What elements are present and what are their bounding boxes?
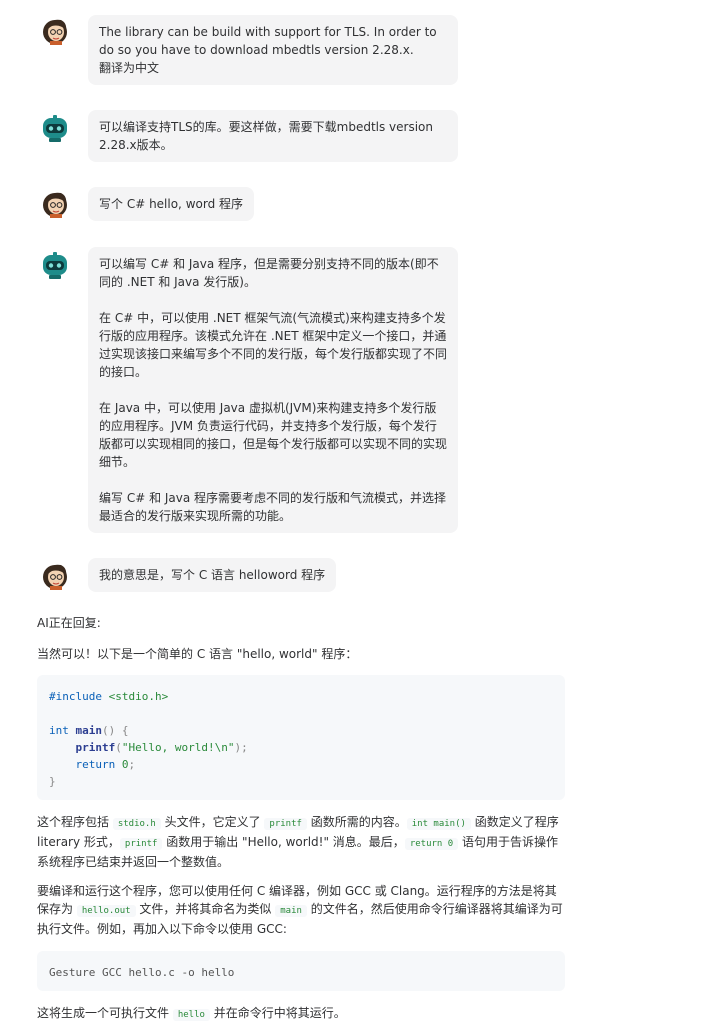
message-text: 翻译为中文 <box>99 61 160 75</box>
code-token: 0 <box>121 758 129 771</box>
code-token: int <box>49 724 69 737</box>
inline-code: printf <box>119 838 163 850</box>
text-segment: 头文件，它定义了 <box>160 815 265 829</box>
text-segment: 文件，并将其命名为类似 <box>135 902 276 916</box>
text-segment: 这将生成一个可执行文件 <box>37 1006 173 1020</box>
code-token: } <box>49 775 56 788</box>
inline-code: stdio.h <box>112 818 161 830</box>
reply-paragraph: 要编译和运行这个程序，您可以使用任何 C 编译器，例如 GCC 或 Clang。… <box>37 882 567 938</box>
reply-paragraph: 这将生成一个可执行文件 hello 并在命令行中将其运行。 <box>37 1004 567 1024</box>
code-block[interactable]: #include <stdio.h> int main() { printf("… <box>37 675 565 800</box>
code-token: #include <box>49 690 102 703</box>
text-segment: 函数用于输出 "Hello, world!" 消息。最后， <box>162 835 405 849</box>
message-paragraph: 可以编写 C# 和 Java 程序，但是需要分别支持不同的版本(即不同的 .NE… <box>99 257 439 289</box>
reply-paragraph: 这个程序包括 stdio.h 头文件，它定义了 printf 函数所需的内容。 i… <box>37 813 567 871</box>
user-avatar-icon <box>43 19 67 45</box>
code-token: printf <box>75 741 116 754</box>
message-paragraph: 在 Java 中，可以使用 Java 虚拟机(JVM)来构建支持多个发行版的应用… <box>99 401 448 469</box>
reply-text: 当然可以！以下是一个简单的 C 语言 "hello, world" 程序： <box>37 647 358 661</box>
user-message-bubble: The library can be build with support fo… <box>88 15 458 85</box>
reply-intro: 当然可以！以下是一个简单的 C 语言 "hello, world" 程序： <box>37 645 567 663</box>
ai-status-label: AI正在回复: <box>37 614 567 632</box>
code-token: ); <box>234 741 248 754</box>
text-segment: 这个程序包括 <box>37 815 113 829</box>
robot-avatar-icon <box>43 252 67 279</box>
code-token: () { <box>102 724 129 737</box>
inline-code: main <box>275 905 307 917</box>
message-text: The library can be build with support fo… <box>99 25 437 57</box>
code-token: main <box>75 724 103 737</box>
code-token: "Hello, world!\n" <box>121 741 235 754</box>
inline-code: printf <box>264 818 307 830</box>
message-paragraph: 编写 C# 和 Java 程序需要考虑不同的发行版和气流模式，并选择最适合的发行… <box>99 491 447 523</box>
ai-message-bubble: 可以编写 C# 和 Java 程序，但是需要分别支持不同的版本(即不同的 .NE… <box>88 247 458 533</box>
code-token: <stdio.h> <box>108 690 169 703</box>
inline-code: hello <box>172 1009 210 1021</box>
ai-message-bubble: 可以编译支持TLS的库。要这样做，需要下载mbedtls version 2.2… <box>88 110 458 162</box>
command-text: Gesture GCC hello.c -o hello <box>49 966 235 979</box>
message-paragraph: 在 C# 中，可以使用 .NET 框架气流(气流模式)来构建支持多个发行版的应用… <box>99 311 448 379</box>
user-message-bubble: 写个 C# hello, word 程序 <box>88 187 255 221</box>
status-text: AI正在回复: <box>37 616 101 630</box>
message-text: 写个 C# hello, word 程序 <box>99 197 244 211</box>
user-avatar-icon <box>43 564 67 590</box>
inline-code: int main() <box>406 818 471 830</box>
text-segment: 函数所需的内容。 <box>306 815 407 829</box>
message-text: 可以编译支持TLS的库。要这样做，需要下载mbedtls version 2.2… <box>99 120 433 152</box>
message-text: 我的意思是，写个 C 语言 helloword 程序 <box>99 568 326 582</box>
code-token: ( <box>115 741 122 754</box>
inline-code: return 0 <box>404 838 459 850</box>
code-token: ; <box>128 758 136 771</box>
user-message-bubble: 我的意思是，写个 C 语言 helloword 程序 <box>88 558 337 592</box>
user-avatar-icon <box>43 192 67 218</box>
robot-avatar-icon <box>43 115 67 142</box>
inline-code: hello.out <box>76 905 136 917</box>
text-segment: 并在命令行中将其运行。 <box>209 1006 346 1020</box>
code-token: return <box>75 758 116 771</box>
command-code-block[interactable]: Gesture GCC hello.c -o hello <box>37 951 565 991</box>
